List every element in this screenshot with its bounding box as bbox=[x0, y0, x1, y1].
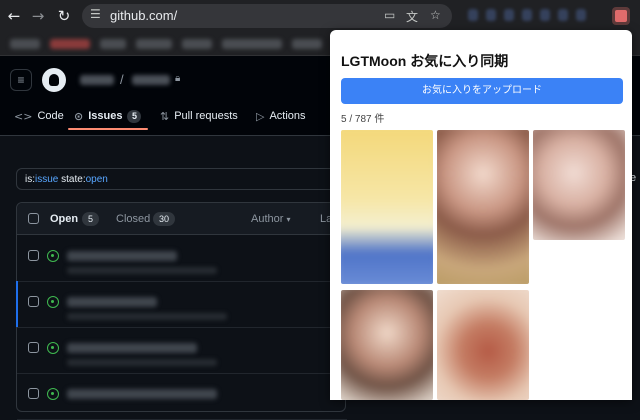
issue-open-icon bbox=[47, 296, 59, 308]
issue-opened-icon: ⊙ bbox=[74, 109, 84, 123]
issue-title[interactable] bbox=[67, 389, 217, 399]
issue-open-icon bbox=[47, 388, 59, 400]
favorite-image-thumbnail[interactable] bbox=[341, 290, 433, 400]
filter-qualifier: is: bbox=[25, 174, 35, 185]
browser-toolbar: ← → ↻ ☰ github.com/ ▭ 文 ☆ bbox=[0, 0, 640, 32]
open-count-badge: 5 bbox=[82, 212, 100, 226]
selected-row-indicator bbox=[16, 281, 18, 327]
reload-icon[interactable]: ↻ bbox=[54, 6, 74, 26]
tab-issues-label: Issues bbox=[88, 110, 123, 122]
github-logo-icon[interactable] bbox=[42, 68, 66, 92]
favorites-count: 5 / 787 件 bbox=[341, 114, 385, 125]
issue-checkbox[interactable] bbox=[28, 250, 39, 261]
url-text: github.com/ bbox=[110, 8, 178, 23]
bookmark-item[interactable] bbox=[10, 39, 40, 49]
upload-favorites-button[interactable]: お気に入りをアップロード bbox=[341, 78, 623, 104]
lgtmoon-extension-icon[interactable] bbox=[612, 7, 630, 25]
open-filter-link[interactable]: Open bbox=[50, 213, 78, 225]
lock-icon: 🔒︎ bbox=[175, 73, 181, 84]
breadcrumb-owner[interactable] bbox=[80, 75, 114, 85]
extension-icon[interactable] bbox=[540, 9, 550, 21]
tab-pull-requests-label: Pull requests bbox=[174, 110, 238, 122]
tab-code[interactable]: <> Code bbox=[14, 106, 64, 126]
favorite-image-thumbnail[interactable] bbox=[437, 130, 529, 284]
git-pull-request-icon: ⇅ bbox=[160, 109, 170, 123]
favorite-image-thumbnail[interactable] bbox=[341, 130, 433, 284]
issues-search-input[interactable]: is:issue state:open bbox=[16, 168, 346, 190]
filter-qualifier: state: bbox=[58, 174, 86, 185]
issue-checkbox[interactable] bbox=[28, 388, 39, 399]
issue-meta bbox=[67, 359, 217, 366]
author-filter-dropdown[interactable]: Author ▾ bbox=[251, 213, 291, 225]
tab-pull-requests[interactable]: ⇅ Pull requests bbox=[160, 106, 238, 126]
issues-list: Open 5 Closed 30 Author ▾ La bbox=[16, 202, 347, 420]
issue-checkbox[interactable] bbox=[28, 296, 39, 307]
extension-icon[interactable] bbox=[486, 9, 496, 21]
bookmark-item[interactable] bbox=[222, 39, 282, 49]
closed-count-badge: 30 bbox=[153, 212, 176, 226]
bookmark-item[interactable] bbox=[50, 39, 90, 49]
issue-meta bbox=[67, 267, 217, 274]
install-app-icon[interactable]: ▭ bbox=[384, 8, 395, 22]
chevron-down-icon: ▾ bbox=[286, 215, 291, 224]
extension-icon[interactable] bbox=[468, 9, 478, 21]
address-bar[interactable]: ☰ github.com/ ▭ 文 ☆ bbox=[82, 4, 452, 28]
play-icon: ▷ bbox=[256, 109, 265, 123]
popup-title: LGTMoon お気に入り同期 bbox=[341, 53, 509, 69]
closed-filter-link[interactable]: Closed bbox=[116, 213, 150, 225]
issue-title[interactable] bbox=[67, 251, 177, 261]
translate-icon[interactable]: 文 bbox=[406, 8, 418, 25]
filter-value-open: open bbox=[85, 174, 108, 185]
menu-icon[interactable]: ≡ bbox=[10, 69, 32, 91]
issue-open-icon bbox=[47, 250, 59, 262]
issue-row[interactable] bbox=[17, 236, 347, 282]
bookmark-item[interactable] bbox=[292, 39, 322, 49]
active-tab-underline bbox=[68, 128, 148, 130]
breadcrumb-repo[interactable] bbox=[132, 75, 170, 85]
issues-count-badge: 5 bbox=[127, 109, 142, 123]
bookmark-item[interactable] bbox=[136, 39, 172, 49]
tab-actions-label: Actions bbox=[269, 110, 306, 122]
issue-row[interactable] bbox=[17, 374, 347, 420]
tab-code-label: Code bbox=[37, 110, 64, 122]
bookmark-star-icon[interactable]: ☆ bbox=[430, 8, 441, 22]
arrow-left-icon[interactable]: ← bbox=[4, 6, 24, 26]
issues-list-header: Open 5 Closed 30 Author ▾ La bbox=[17, 203, 347, 235]
author-filter-label: Author bbox=[251, 213, 284, 225]
favorite-image-thumbnail[interactable] bbox=[437, 290, 529, 400]
extension-icon[interactable] bbox=[504, 9, 514, 21]
bookmark-item[interactable] bbox=[100, 39, 126, 49]
arrow-right-icon[interactable]: → bbox=[28, 6, 48, 26]
issue-row[interactable] bbox=[17, 282, 347, 328]
issue-open-icon bbox=[47, 342, 59, 354]
issue-title[interactable] bbox=[67, 343, 197, 353]
filter-value-issue: issue bbox=[35, 174, 59, 185]
lgtmoon-popup: LGTMoon お気に入り同期 お気に入りをアップロード 5 / 787 件 bbox=[330, 30, 632, 400]
tab-issues[interactable]: ⊙ Issues 5 bbox=[74, 106, 142, 126]
extension-icon[interactable] bbox=[576, 9, 586, 21]
site-info-icon[interactable]: ☰ bbox=[90, 7, 101, 21]
issue-meta bbox=[67, 313, 227, 320]
issue-row[interactable] bbox=[17, 328, 347, 374]
select-all-checkbox[interactable] bbox=[28, 213, 39, 224]
tab-actions[interactable]: ▷ Actions bbox=[256, 106, 306, 126]
extension-icon[interactable] bbox=[558, 9, 568, 21]
bookmark-item[interactable] bbox=[182, 39, 212, 49]
code-icon: <> bbox=[14, 109, 33, 123]
breadcrumb-separator: / bbox=[120, 72, 124, 87]
issue-title[interactable] bbox=[67, 297, 157, 307]
extension-icon[interactable] bbox=[522, 9, 532, 21]
favorite-image-thumbnail[interactable] bbox=[533, 130, 625, 240]
issue-checkbox[interactable] bbox=[28, 342, 39, 353]
